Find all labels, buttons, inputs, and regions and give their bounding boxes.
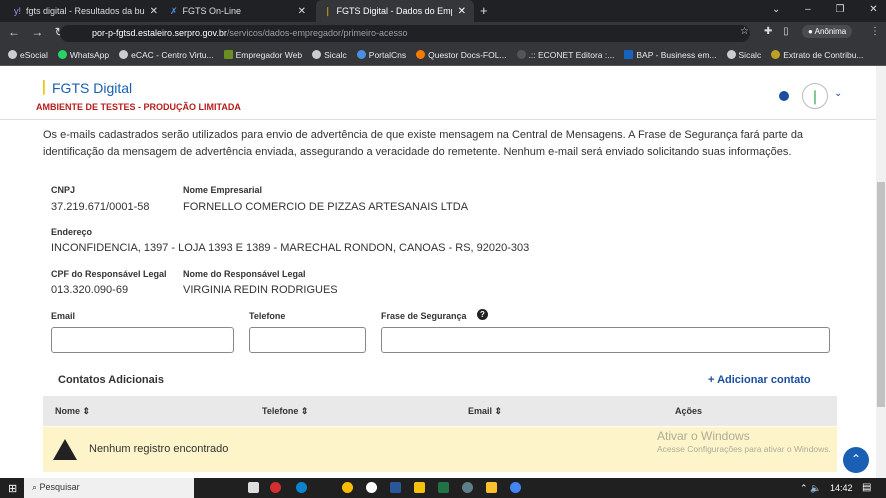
window-controls[interactable]: ⌄ – ❐ ✕ bbox=[772, 4, 878, 15]
cnpj-label: CNPJ bbox=[51, 185, 76, 195]
menu-icon[interactable]: ⋮ bbox=[870, 26, 880, 37]
watermark-title: Ativar o Windows bbox=[657, 429, 750, 443]
fgts-logo-icon: ❘ bbox=[38, 78, 50, 94]
taskbar: ⊞ ⌕ Pesquisar ⌃ 🔈 14:42 ▤ bbox=[0, 478, 886, 498]
url-input[interactable]: por-p-fgtsd.estaleiro.serpro.gov.br/serv… bbox=[60, 25, 750, 42]
close-icon[interactable]: ✕ bbox=[150, 6, 158, 17]
help-icon[interactable]: ? bbox=[477, 309, 488, 320]
chevron-down-icon[interactable]: ⌄ bbox=[834, 88, 842, 99]
bookmark[interactable]: Empregador Web bbox=[223, 50, 302, 60]
plus-icon: + bbox=[708, 374, 718, 386]
app-icon[interactable] bbox=[486, 482, 497, 493]
chrome-icon[interactable] bbox=[510, 482, 521, 493]
environment-label: AMBIENTE DE TESTES - PRODUÇÃO LIMITADA bbox=[36, 102, 241, 112]
profile-button[interactable]: ● Anônima bbox=[802, 25, 853, 38]
brand-title: FGTS Digital bbox=[52, 80, 133, 96]
fgts-icon: ❘ bbox=[324, 5, 332, 16]
add-contact-button[interactable]: + Adicionar contato bbox=[708, 374, 811, 386]
yahoo-icon: y! bbox=[14, 6, 22, 16]
fgts-icon: ✗ bbox=[170, 5, 178, 16]
phone-label: Telefone bbox=[249, 311, 286, 321]
address-value: INCONFIDENCIA, 1397 - LOJA 1393 E 1389 -… bbox=[51, 242, 530, 254]
column-nome[interactable]: Nome ⇕ bbox=[55, 406, 90, 417]
bookmark[interactable]: PortalCns bbox=[356, 50, 406, 60]
bookmark[interactable]: Sicalc bbox=[726, 50, 761, 60]
bookmark[interactable]: eCAC - Centro Virtu... bbox=[119, 50, 214, 60]
nav-buttons[interactable]: ← → ↻ bbox=[8, 25, 65, 39]
windows-start-icon[interactable]: ⊞ bbox=[8, 482, 17, 495]
taskbar-search[interactable]: ⌕ Pesquisar bbox=[24, 478, 194, 498]
tab-fgts-online[interactable]: ✗ FGTS On-Line ✕ bbox=[162, 0, 314, 22]
bookmark[interactable]: BAP - Business em... bbox=[624, 50, 717, 60]
opera-icon[interactable] bbox=[270, 482, 281, 493]
whatsapp-icon[interactable] bbox=[366, 482, 377, 493]
scroll-top-button[interactable]: ⌃ bbox=[843, 447, 869, 473]
close-icon[interactable]: ✕ bbox=[458, 6, 466, 17]
table-header: Nome ⇕ Telefone ⇕ Email ⇕ Ações bbox=[43, 396, 837, 426]
warning-icon bbox=[53, 439, 77, 460]
contacts-title: Contatos Adicionais bbox=[58, 374, 164, 386]
extensions-icon[interactable]: ✚ ▯ bbox=[764, 26, 789, 37]
column-email[interactable]: Email ⇕ bbox=[468, 406, 502, 417]
bookmark[interactable]: Extrato de Contribu... bbox=[771, 50, 864, 60]
new-tab-button[interactable]: + bbox=[480, 3, 488, 18]
notifications-icon[interactable]: ▤ bbox=[862, 482, 871, 493]
watermark-sub: Acesse Configurações para ativar o Windo… bbox=[657, 444, 831, 454]
intro-text: Os e-mails cadastrados serão utilizados … bbox=[43, 129, 804, 158]
tab-bar: y!fgts digital - Resultados da busca✕ ✗F… bbox=[0, 0, 886, 22]
chrome-icon[interactable] bbox=[342, 482, 353, 493]
avatar[interactable]: ❘ bbox=[802, 83, 828, 109]
accessibility-icon[interactable] bbox=[779, 91, 789, 101]
email-input[interactable] bbox=[51, 327, 234, 353]
company-name-value: FORNELLO COMERCIO DE PIZZAS ARTESANAIS L… bbox=[183, 201, 469, 213]
star-icon[interactable]: ☆ bbox=[740, 26, 749, 37]
address-label: Endereço bbox=[51, 227, 93, 237]
security-phrase-input[interactable] bbox=[381, 327, 830, 353]
edge-icon[interactable] bbox=[296, 482, 307, 493]
excel-icon[interactable] bbox=[438, 482, 449, 493]
company-name-label: Nome Empresarial bbox=[183, 185, 263, 195]
email-label: Email bbox=[51, 311, 76, 321]
bookmark[interactable]: Sicalc bbox=[312, 50, 347, 60]
legal-rep-value: VIRGINIA REDIN RODRIGUES bbox=[183, 284, 338, 296]
legal-rep-label: Nome do Responsável Legal bbox=[183, 269, 306, 279]
bookmark[interactable]: eSocial bbox=[8, 50, 48, 60]
cnpj-value: 37.219.671/0001-58 bbox=[51, 201, 150, 213]
empty-message: Nenhum registro encontrado bbox=[89, 443, 229, 455]
app-icon[interactable] bbox=[248, 482, 259, 493]
word-icon[interactable] bbox=[390, 482, 401, 493]
page-header: ❘ FGTS Digital AMBIENTE DE TESTES - PROD… bbox=[0, 66, 876, 120]
bookmark[interactable]: .:: ECONET Editora :... bbox=[516, 50, 614, 60]
cpf-value: 013.320.090-69 bbox=[51, 284, 129, 296]
bookmark[interactable]: Questor Docs-FOL... bbox=[416, 50, 507, 60]
close-icon[interactable]: ✕ bbox=[298, 6, 306, 17]
tray-icons[interactable]: ⌃ 🔈 bbox=[800, 483, 821, 494]
address-bar-row: ← → ↻ por-p-fgtsd.estaleiro.serpro.gov.b… bbox=[0, 22, 886, 44]
phrase-label: Frase de Segurança bbox=[381, 311, 467, 321]
column-acoes: Ações bbox=[675, 406, 703, 416]
tab-fgts-digital[interactable]: ❘FGTS Digital - Dados do Empregador✕ bbox=[316, 0, 474, 22]
explorer-icon[interactable] bbox=[414, 482, 425, 493]
scrollbar-thumb[interactable] bbox=[877, 182, 885, 407]
bookmarks-bar: eSocial WhatsApp eCAC - Centro Virtu... … bbox=[0, 44, 886, 66]
cpf-label: CPF do Responsável Legal bbox=[51, 269, 167, 279]
app-icon[interactable] bbox=[462, 482, 473, 493]
phone-input[interactable] bbox=[249, 327, 366, 353]
tab-search[interactable]: y!fgts digital - Resultados da busca✕ bbox=[6, 0, 166, 22]
clock[interactable]: 14:42 bbox=[830, 483, 853, 493]
bookmark[interactable]: WhatsApp bbox=[57, 50, 109, 60]
column-telefone[interactable]: Telefone ⇕ bbox=[262, 406, 308, 417]
